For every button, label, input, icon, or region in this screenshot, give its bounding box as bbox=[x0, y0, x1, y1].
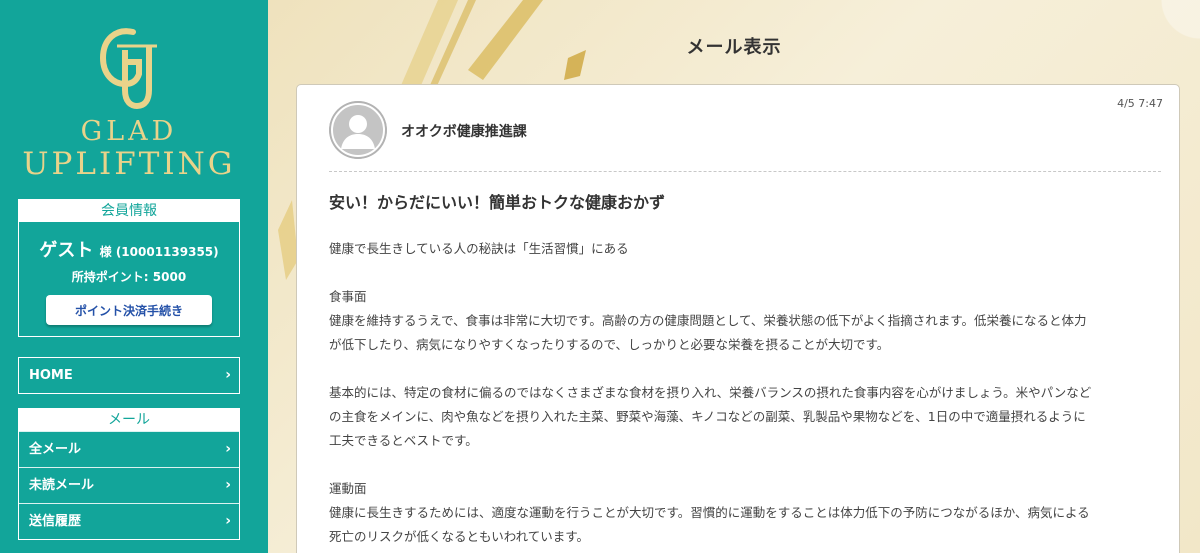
member-info-header: 会員情報 bbox=[19, 200, 239, 222]
chevron-right-icon: › bbox=[225, 441, 231, 457]
monogram-icon bbox=[99, 28, 157, 110]
member-name: ゲスト 様 (10001139355) bbox=[19, 236, 239, 262]
body-line: 健康を維持するうえで、食事は非常に大切です。高齢の方の健康問題として、栄養状態の… bbox=[329, 313, 1087, 328]
home-nav: HOME › bbox=[18, 357, 240, 394]
body-line: 健康に長生きするためには、適度な運動を行うことが大切です。習慣的に運動をすること… bbox=[329, 505, 1090, 520]
brand-line-2: UPLIFTING bbox=[22, 146, 236, 182]
mail-nav: メール 全メール › 未読メール › 送信履歴 › bbox=[18, 408, 240, 540]
mail-view-card: オオクボ健康推進課 4/5 7:47 安い！からだにいい！簡単おトクな健康おかず… bbox=[296, 84, 1180, 553]
nav-item-label: 送信履歴 bbox=[29, 514, 82, 529]
divider bbox=[329, 171, 1161, 172]
nav-item-label: 全メール bbox=[29, 442, 82, 457]
body-line: の主食をメインに、肉や魚などを摂り入れた主菜、野菜や海藻、キノコなどの副菜、乳製… bbox=[329, 409, 1086, 424]
chevron-right-icon: › bbox=[225, 477, 231, 493]
nav-item-home[interactable]: HOME › bbox=[19, 358, 239, 393]
mail-nav-header: メール bbox=[19, 409, 239, 431]
body-line: 健康で長生きしている人の秘訣は「生活習慣」にある bbox=[329, 241, 629, 256]
body-line: 工夫できるとベストです。 bbox=[329, 433, 478, 448]
brand-line-1: GLAD bbox=[80, 116, 178, 147]
page-title: メール表示 bbox=[686, 37, 782, 58]
sidebar: GLAD UPLIFTING 会員情報 ゲスト 様 (10001139355) … bbox=[0, 0, 268, 553]
point-payment-button[interactable]: ポイント決済手続き bbox=[46, 295, 212, 325]
member-info-panel: 会員情報 ゲスト 様 (10001139355) 所持ポイント: 5000 ポイ… bbox=[18, 199, 240, 337]
nav-item-label: 未読メール bbox=[29, 478, 95, 493]
mail-body: 健康で長生きしている人の秘訣は「生活習慣」にある 食事面 健康を維持するうえで、… bbox=[329, 237, 1159, 549]
user-avatar-icon bbox=[329, 101, 387, 159]
chevron-right-icon: › bbox=[225, 513, 231, 529]
member-name-text: ゲスト bbox=[39, 240, 94, 261]
body-line: 死亡のリスクが低くなるともいわれています。 bbox=[329, 529, 590, 544]
body-line: が低下したり、病気になりやすくなったりするので、しっかりと必要な栄養を摂ることが… bbox=[329, 337, 890, 352]
member-id: 様 (10001139355) bbox=[99, 245, 219, 259]
body-line: 運動面 bbox=[329, 481, 367, 496]
nav-item-all-mail[interactable]: 全メール › bbox=[19, 431, 239, 467]
nav-item-label: HOME bbox=[29, 368, 73, 383]
sender-name: オオクボ健康推進課 bbox=[401, 124, 527, 140]
nav-item-unread-mail[interactable]: 未読メール › bbox=[19, 467, 239, 503]
body-line: 基本的には、特定の食材に偏るのではなくさまざまな食材を摂り入れ、栄養バランスの摂… bbox=[329, 385, 1092, 400]
brand-logo[interactable]: GLAD UPLIFTING bbox=[0, 0, 268, 190]
chevron-right-icon: › bbox=[225, 367, 231, 383]
member-points: 所持ポイント: 5000 bbox=[71, 270, 187, 284]
avatar bbox=[329, 101, 387, 159]
mail-date: 4/5 7:47 bbox=[1117, 97, 1163, 110]
body-line: 食事面 bbox=[329, 289, 367, 304]
nav-item-sent-history[interactable]: 送信履歴 › bbox=[19, 503, 239, 539]
mail-subject: 安い！からだにいい！簡単おトクな健康おかず bbox=[329, 193, 666, 212]
